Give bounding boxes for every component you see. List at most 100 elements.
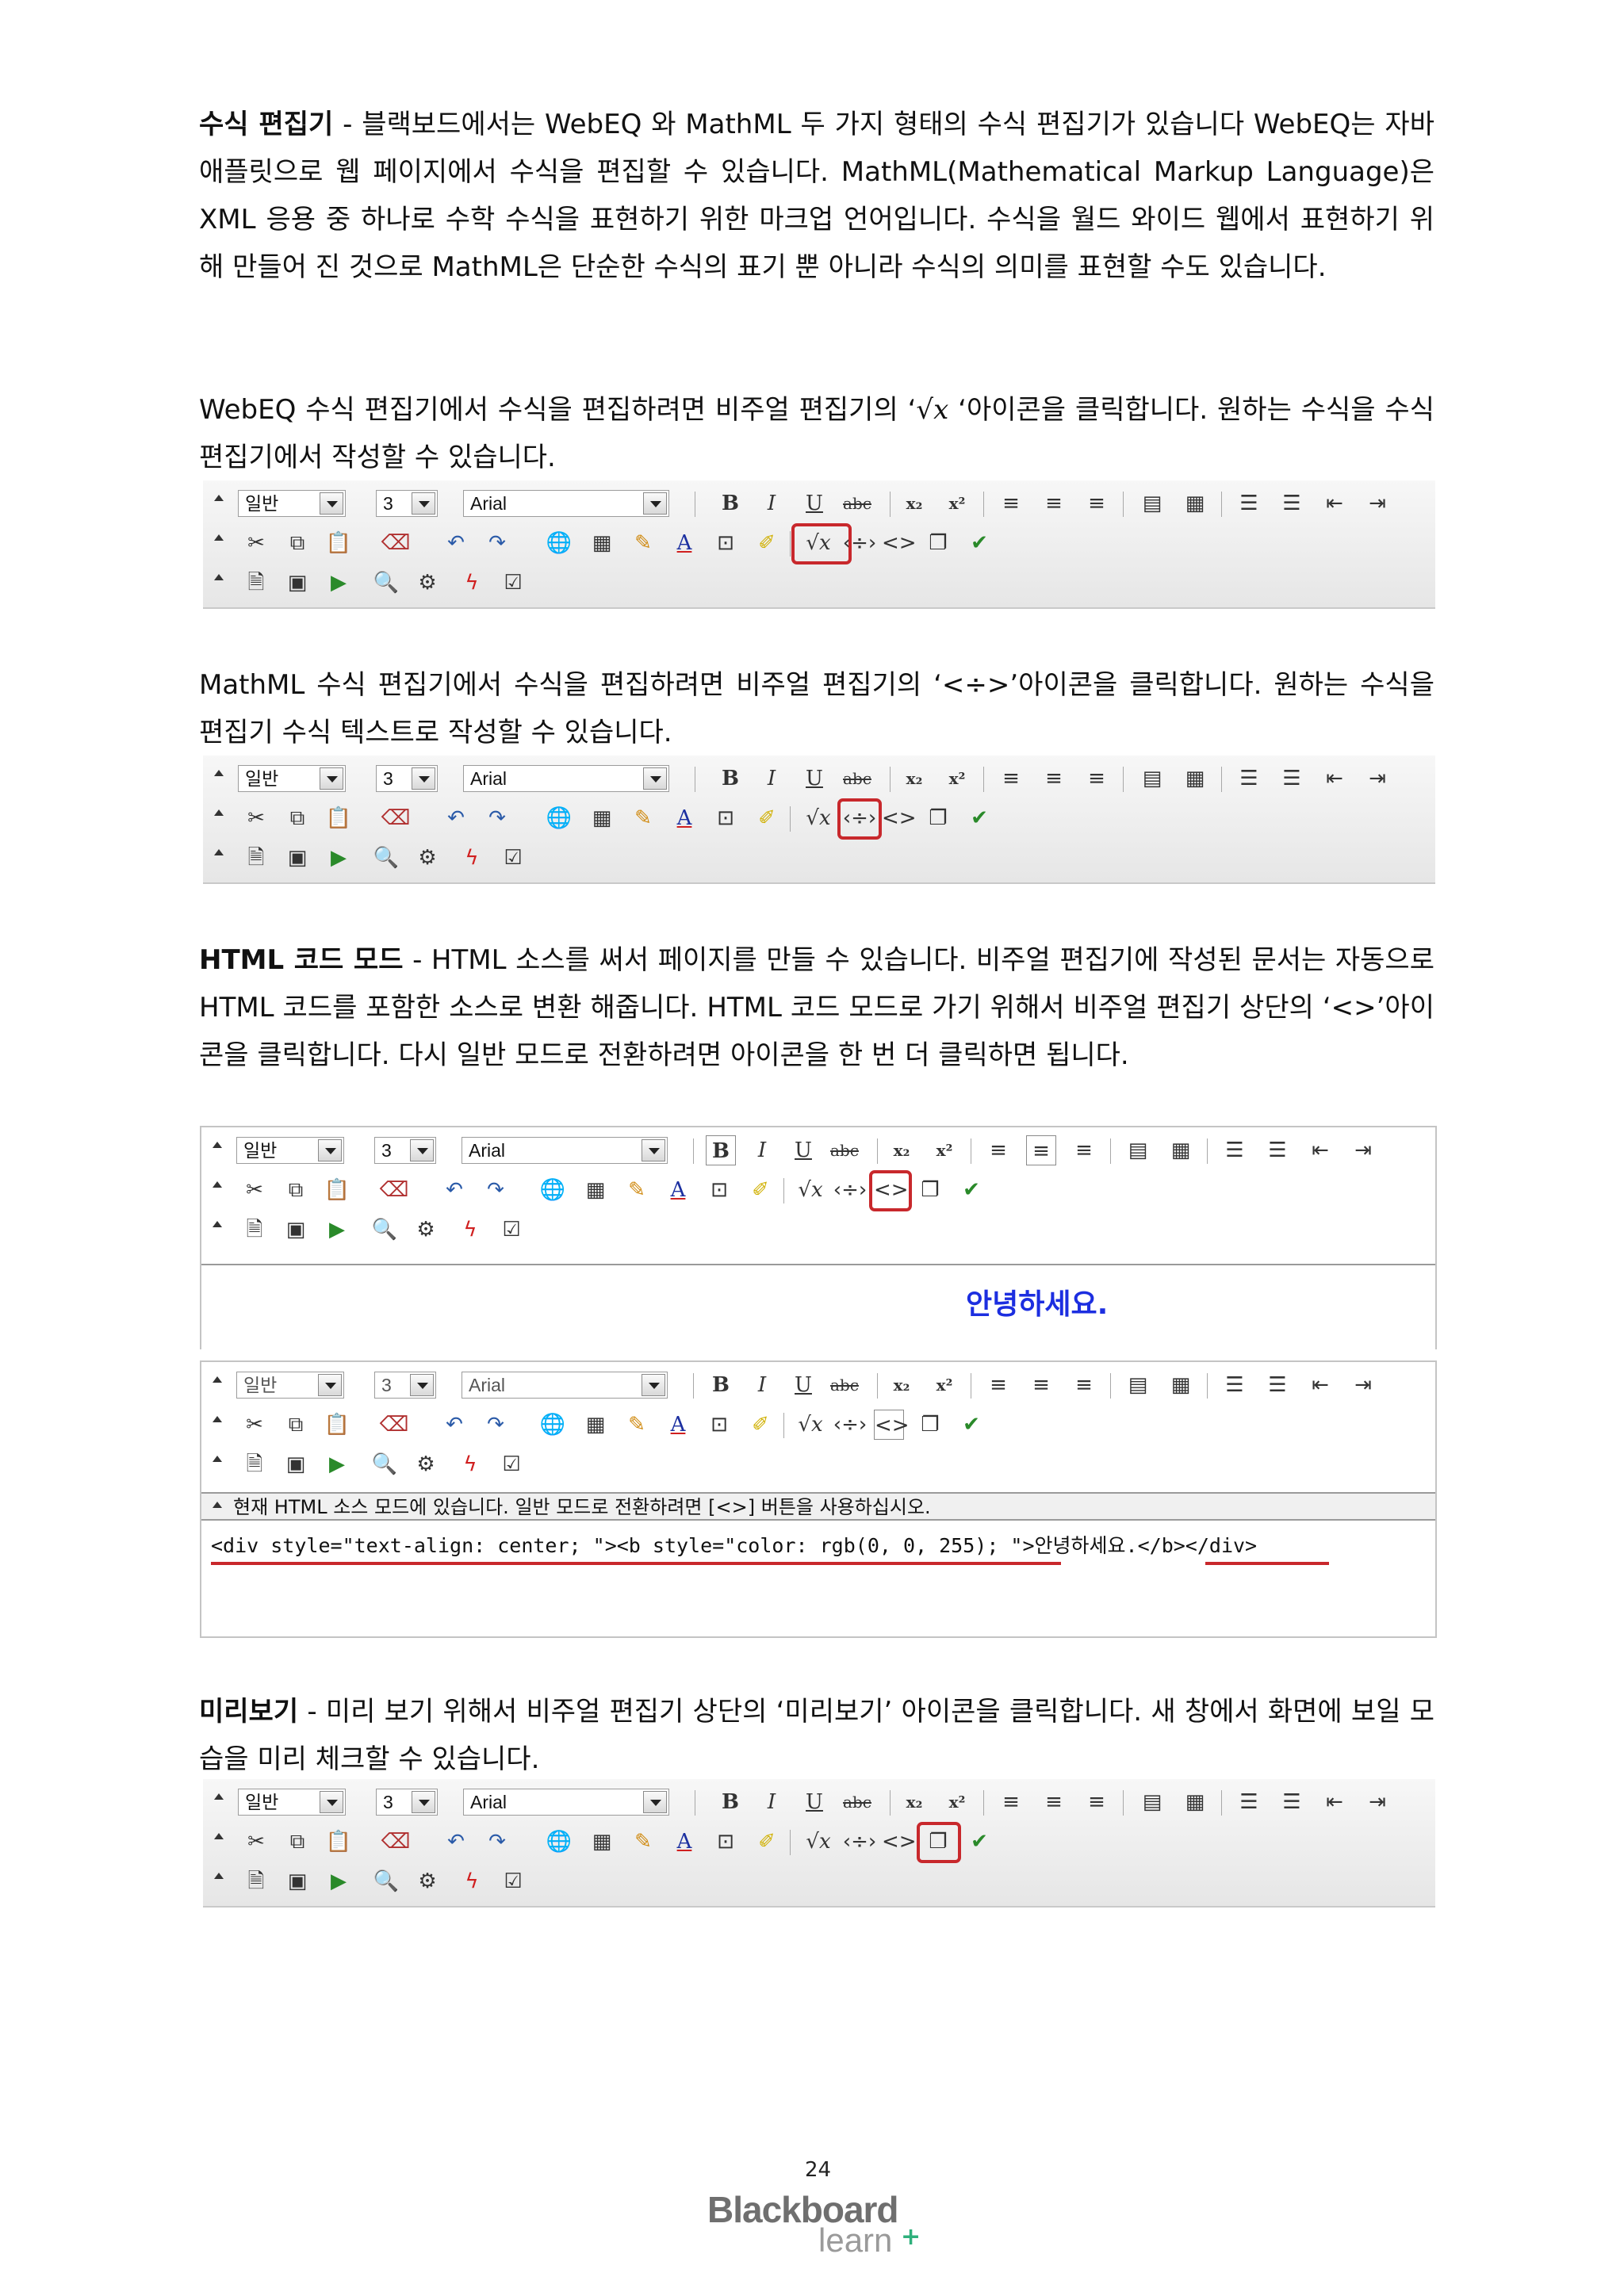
underline-button[interactable]: U — [799, 763, 829, 794]
link-icon[interactable]: 🌐 — [538, 1410, 568, 1440]
collapse-arrow-icon[interactable] — [214, 1793, 224, 1800]
copy-icon[interactable]: ⧉ — [282, 1827, 312, 1857]
highlight-icon[interactable]: ✐ — [745, 1410, 776, 1440]
align-right-icon[interactable]: ≡ — [1069, 1135, 1099, 1165]
paste-icon[interactable]: 📋 — [324, 1827, 354, 1857]
search-file-icon[interactable]: 🔍 — [370, 1215, 400, 1245]
italic-button[interactable]: I — [747, 1370, 777, 1400]
image-icon[interactable]: ⊡ — [704, 1410, 734, 1440]
spellcheck-icon[interactable]: ▤ — [1137, 763, 1167, 794]
undo-icon[interactable]: ↶ — [439, 1175, 469, 1205]
spell-check-icon[interactable]: ✔ — [956, 1410, 986, 1440]
unordered-list-icon[interactable]: ☰ — [1277, 763, 1307, 794]
image-icon[interactable]: ⊡ — [704, 1175, 734, 1205]
size-select[interactable]: 3 — [376, 490, 438, 517]
collapse-arrow-icon[interactable] — [214, 574, 224, 580]
bold-button[interactable]: B — [715, 763, 745, 794]
preview-icon[interactable]: ❐ — [915, 1175, 945, 1205]
font-select[interactable]: Arial — [463, 490, 669, 517]
spellcheck-icon[interactable]: ▤ — [1137, 1787, 1167, 1817]
strikethrough-button[interactable]: abc — [825, 1370, 864, 1400]
subscript-button[interactable]: x₂ — [899, 1787, 929, 1817]
pencil-icon[interactable]: ✎ — [622, 1175, 652, 1205]
template-icon[interactable]: ☑ — [498, 568, 528, 598]
align-right-icon[interactable]: ≡ — [1082, 488, 1112, 519]
template-icon[interactable]: ☑ — [498, 1866, 528, 1896]
ordered-list-icon[interactable]: ☰ — [1234, 488, 1264, 519]
cut-icon[interactable]: ✂ — [241, 528, 271, 558]
redo-icon[interactable]: ↷ — [482, 528, 512, 558]
collapse-arrow-icon[interactable] — [213, 1502, 222, 1508]
chevron-down-icon[interactable] — [412, 767, 435, 790]
chevron-down-icon[interactable] — [410, 1139, 434, 1161]
font-select[interactable]: Arial — [463, 1789, 669, 1816]
strikethrough-button[interactable]: abc — [825, 1135, 864, 1165]
preview-icon[interactable]: ❐ — [923, 528, 953, 558]
paste-word-icon[interactable]: ▦ — [1180, 488, 1210, 519]
table-icon[interactable]: ▦ — [587, 528, 617, 558]
strikethrough-button[interactable]: abc — [837, 488, 877, 519]
template-icon[interactable]: ☑ — [496, 1449, 527, 1479]
bold-button[interactable]: B — [715, 488, 745, 519]
collapse-arrow-icon[interactable] — [213, 1416, 222, 1422]
collapse-arrow-icon[interactable] — [214, 849, 224, 855]
collapse-arrow-icon[interactable] — [214, 1833, 224, 1839]
ordered-list-icon[interactable]: ☰ — [1234, 1787, 1264, 1817]
pencil-icon[interactable]: ✎ — [622, 1410, 652, 1440]
undo-icon[interactable]: ↶ — [439, 1410, 469, 1440]
italic-button[interactable]: I — [756, 763, 787, 794]
insert-file-icon[interactable]: 🗎 — [239, 1215, 270, 1245]
align-right-icon[interactable]: ≡ — [1082, 1787, 1112, 1817]
underline-button[interactable]: U — [799, 1787, 829, 1817]
collapse-arrow-icon[interactable] — [214, 1873, 224, 1879]
strikethrough-button[interactable]: abc — [837, 1787, 877, 1817]
font-select[interactable]: Arial — [462, 1137, 668, 1164]
mashup-icon[interactable]: ⚙ — [411, 1215, 441, 1245]
highlight-icon[interactable]: ✐ — [752, 528, 782, 558]
indent-icon[interactable]: ⇥ — [1348, 1135, 1378, 1165]
collapse-arrow-icon[interactable] — [213, 1456, 222, 1462]
image-icon[interactable]: ⊡ — [710, 803, 741, 833]
align-center-icon[interactable]: ≡ — [1026, 1370, 1056, 1400]
template-icon[interactable]: ☑ — [496, 1215, 527, 1245]
superscript-button[interactable]: x² — [929, 1135, 959, 1165]
chevron-down-icon[interactable] — [642, 1374, 665, 1396]
highlight-icon[interactable]: ✐ — [745, 1175, 776, 1205]
format-select[interactable]: 일반 — [238, 765, 346, 792]
mathml-icon[interactable]: ‹÷› — [833, 1410, 868, 1440]
flash-icon[interactable]: ϟ — [457, 1866, 487, 1896]
redo-icon[interactable]: ↷ — [481, 1410, 511, 1440]
collapse-arrow-icon[interactable] — [213, 1376, 222, 1383]
math-webeq-icon[interactable]: √x — [790, 1175, 831, 1205]
mathml-icon[interactable]: ‹÷› — [842, 1827, 877, 1857]
paste-word-icon[interactable]: ▦ — [1166, 1370, 1196, 1400]
insert-file-icon[interactable]: 🗎 — [241, 568, 271, 598]
superscript-button[interactable]: x² — [942, 1787, 972, 1817]
superscript-button[interactable]: x² — [929, 1370, 959, 1400]
paste-word-icon[interactable]: ▦ — [1180, 763, 1210, 794]
subscript-button[interactable]: x₂ — [887, 1370, 917, 1400]
table-icon[interactable]: ▦ — [587, 1827, 617, 1857]
format-select[interactable]: 일반 — [238, 490, 346, 517]
ordered-list-icon[interactable]: ☰ — [1220, 1370, 1250, 1400]
link-icon[interactable]: 🌐 — [544, 528, 574, 558]
superscript-button[interactable]: x² — [942, 488, 972, 519]
redo-icon[interactable]: ↷ — [482, 1827, 512, 1857]
format-select[interactable]: 일반 — [236, 1372, 344, 1399]
link-icon[interactable]: 🌐 — [538, 1175, 568, 1205]
insert-image-icon[interactable]: ▣ — [282, 568, 312, 598]
bold-button[interactable]: B — [715, 1787, 745, 1817]
mathml-icon[interactable]: ‹÷› — [833, 1175, 868, 1205]
redo-icon[interactable]: ↷ — [482, 803, 512, 833]
font-color-icon[interactable]: A — [663, 1175, 693, 1205]
insert-image-icon[interactable]: ▣ — [281, 1449, 311, 1479]
indent-icon[interactable]: ⇥ — [1362, 763, 1392, 794]
size-select[interactable]: 3 — [376, 765, 438, 792]
font-color-icon[interactable]: A — [669, 803, 699, 833]
paste-word-icon[interactable]: ▦ — [1166, 1135, 1196, 1165]
image-icon[interactable]: ⊡ — [710, 1827, 741, 1857]
subscript-button[interactable]: x₂ — [899, 763, 929, 794]
clear-format-icon[interactable]: ⌫ — [381, 803, 411, 833]
highlight-icon[interactable]: ✐ — [752, 1827, 782, 1857]
insert-file-icon[interactable]: 🗎 — [241, 1866, 271, 1896]
